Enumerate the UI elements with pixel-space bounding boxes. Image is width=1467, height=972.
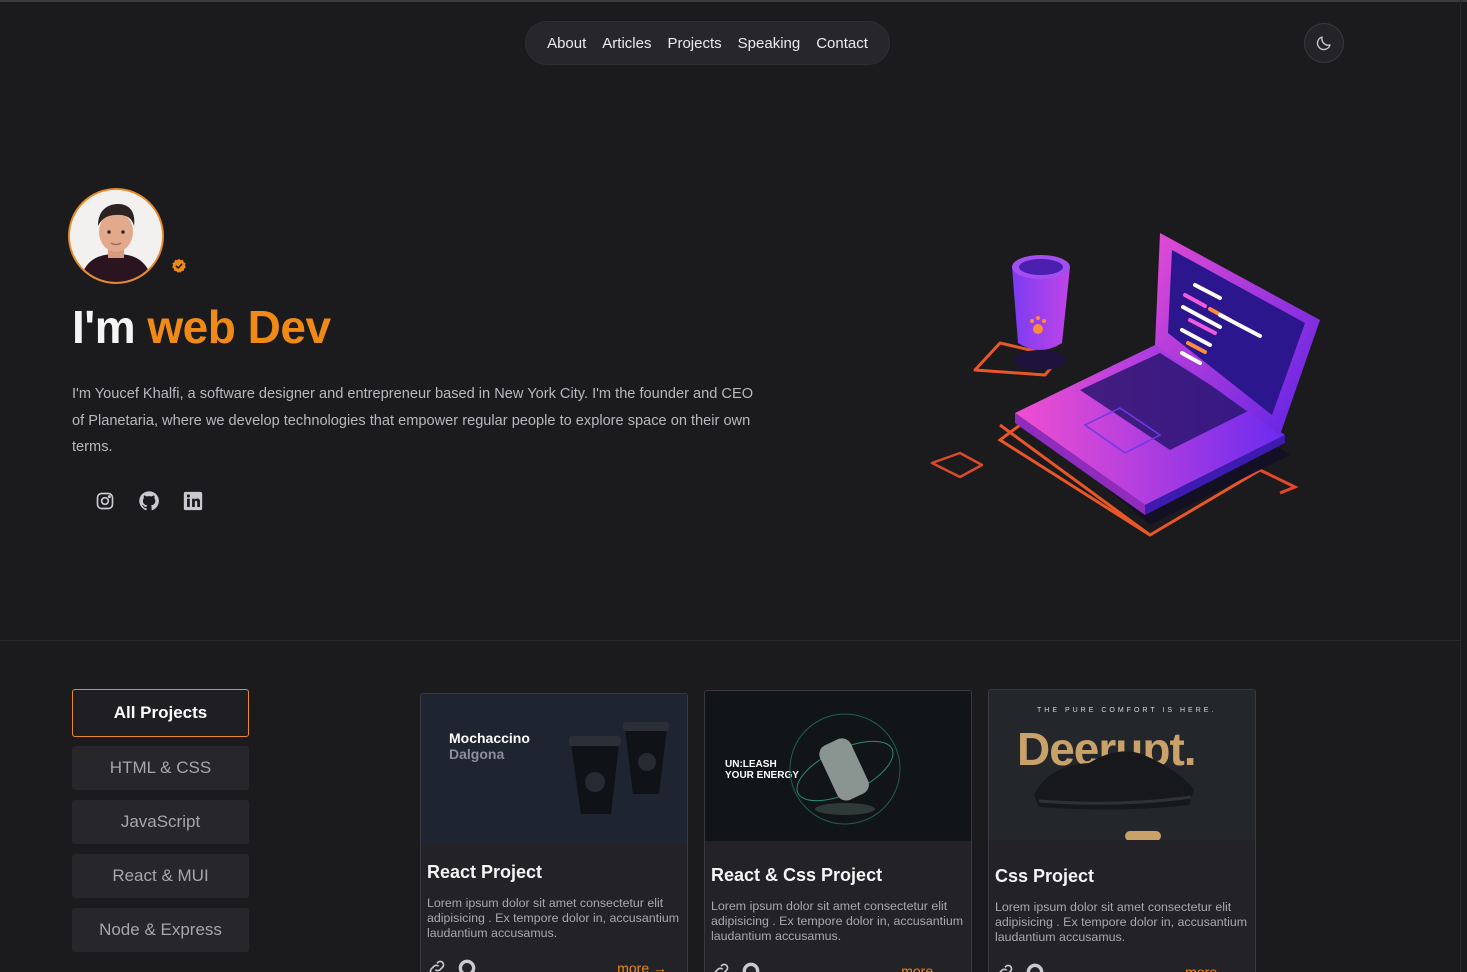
theme-toggle-button[interactable] <box>1304 23 1344 63</box>
filter-react-mui[interactable]: React & MUI <box>72 854 249 898</box>
project-description: Lorem ipsum dolor sit amet consectetur e… <box>427 896 680 940</box>
coffee-cups-image <box>569 722 669 814</box>
hero-title-accent: web Dev <box>147 301 331 353</box>
hero-title: I'm web Dev <box>72 300 331 354</box>
thumb-tagline: THE PURE COMFORT IS HERE. <box>1037 707 1217 714</box>
project-filters: All Projects HTML & CSS JavaScript React… <box>72 689 250 962</box>
laptop-coffee-illustration <box>930 233 1320 537</box>
social-links <box>94 490 204 512</box>
thumb-heading: UN:LEASH <box>725 759 777 770</box>
filter-all-projects[interactable]: All Projects <box>72 689 249 737</box>
sneaker-image <box>1034 751 1194 810</box>
moon-icon <box>1316 36 1331 51</box>
project-links <box>711 961 761 972</box>
project-thumbnail: UN:LEASH YOUR ENERGY <box>705 691 971 841</box>
project-card[interactable]: UN:LEASH YOUR ENERGY React & Css Project… <box>704 690 972 972</box>
main-nav: About Articles Projects Speaking Contact <box>525 21 890 65</box>
github-icon[interactable] <box>1025 962 1045 972</box>
project-card[interactable]: THE PURE COMFORT IS HERE. Deerupt. Css P… <box>988 689 1256 972</box>
project-title: Css Project <box>995 866 1095 886</box>
github-icon <box>139 491 159 511</box>
instagram-link[interactable] <box>94 490 116 512</box>
project-description: Lorem ipsum dolor sit amet consectetur e… <box>995 900 1248 944</box>
top-border <box>0 0 1467 2</box>
project-links <box>995 962 1045 972</box>
hero-description: I'm Youcef Khalfi, a software designer a… <box>72 386 754 455</box>
link-icon[interactable] <box>711 961 731 972</box>
project-thumbnail: THE PURE COMFORT IS HERE. Deerupt. <box>989 690 1255 840</box>
link-icon[interactable] <box>427 958 447 972</box>
project-title: React Project <box>427 862 543 882</box>
project-description: Lorem ipsum dolor sit amet consectetur e… <box>711 899 964 943</box>
nav-speaking[interactable]: Speaking <box>738 35 801 52</box>
linkedin-link[interactable] <box>182 490 204 512</box>
scrollbar-track <box>1460 0 1461 972</box>
filter-javascript[interactable]: JavaScript <box>72 800 249 844</box>
arrow-right-icon: → <box>937 963 951 972</box>
instagram-icon <box>96 492 114 510</box>
more-label: more <box>1185 964 1218 972</box>
github-icon[interactable] <box>741 961 761 972</box>
more-label: more <box>901 963 934 972</box>
hero-title-prefix: I'm <box>72 301 136 353</box>
filter-html-css[interactable]: HTML & CSS <box>72 746 249 790</box>
link-icon[interactable] <box>995 962 1015 972</box>
nav-articles[interactable]: Articles <box>602 35 651 52</box>
verified-badge-icon <box>172 258 186 273</box>
thumb-heading: Mochaccino <box>449 730 530 746</box>
project-thumbnail: Mochaccino Dalgona <box>421 694 687 844</box>
filter-node-express[interactable]: Node & Express <box>72 908 249 952</box>
more-link[interactable]: more → <box>1185 964 1235 972</box>
github-link[interactable] <box>138 490 160 512</box>
project-title: React & Css Project <box>711 865 883 885</box>
nav-about[interactable]: About <box>547 35 586 52</box>
more-label: more <box>617 960 650 972</box>
arrow-right-icon: → <box>653 960 667 972</box>
linkedin-icon <box>183 491 203 511</box>
thumb-cta <box>1125 831 1161 840</box>
project-card[interactable]: Mochaccino Dalgona React Project Lorem i… <box>420 693 688 972</box>
thumb-subheading: Dalgona <box>449 746 505 762</box>
project-links <box>427 958 477 972</box>
section-divider <box>0 640 1461 641</box>
arrow-right-icon: → <box>1221 964 1235 972</box>
nav-contact[interactable]: Contact <box>816 35 868 52</box>
energy-can-image <box>789 713 901 825</box>
more-link[interactable]: more → <box>617 960 667 972</box>
github-icon[interactable] <box>457 958 477 972</box>
more-link[interactable]: more → <box>901 963 951 972</box>
avatar <box>68 188 164 284</box>
nav-projects[interactable]: Projects <box>667 35 721 52</box>
